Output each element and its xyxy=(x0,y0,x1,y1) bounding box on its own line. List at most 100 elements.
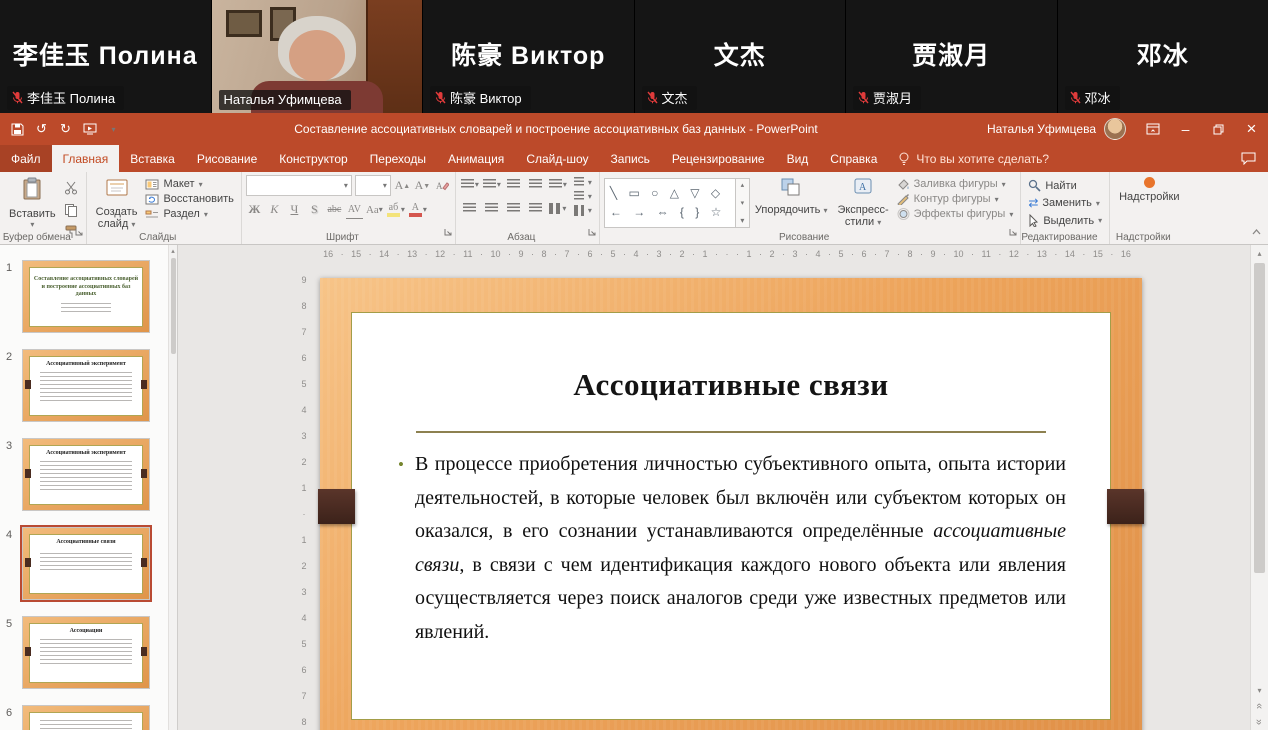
thumbnail-scrollbar[interactable]: ▴ xyxy=(168,245,177,730)
decrease-font-button[interactable]: А▼ xyxy=(414,176,431,195)
customize-qat-button[interactable]: ▾ xyxy=(102,117,125,141)
font-name-combobox[interactable]: ▾ xyxy=(246,175,352,196)
shape-effects-button[interactable]: Эффекты фигуры▾ xyxy=(894,208,1017,220)
convert-smartart-button[interactable]: ▾ xyxy=(571,205,595,216)
collapse-ribbon-button[interactable] xyxy=(1251,223,1262,241)
bold-button[interactable]: Ж xyxy=(246,200,263,219)
signed-in-user[interactable]: Наталья Уфимцева xyxy=(987,122,1096,136)
participant-tile-3[interactable]: 陈豪 Виктор 陈豪 Виктор xyxy=(423,0,635,113)
section-button[interactable]: Раздел▾ xyxy=(142,208,236,220)
text-shadow-button[interactable]: S xyxy=(306,200,323,219)
arrange-button[interactable]: Упорядочить ▾ xyxy=(750,175,833,218)
slide-title[interactable]: Ассоциативные связи xyxy=(352,367,1110,403)
tab-file[interactable]: Файл xyxy=(0,145,52,172)
align-center-button[interactable] xyxy=(482,199,502,218)
slide-thumbnail[interactable]: Ассоциативный эксперимент xyxy=(23,350,149,421)
cut-button[interactable] xyxy=(61,178,82,197)
tab-record[interactable]: Запись xyxy=(600,145,661,172)
main-vertical-scrollbar[interactable]: ▴ ▾ « « xyxy=(1250,245,1268,730)
tab-draw[interactable]: Рисование xyxy=(186,145,268,172)
align-right-button[interactable] xyxy=(504,199,524,218)
undo-button[interactable]: ↺ xyxy=(30,117,53,141)
new-slide-button[interactable]: Создать слайд ▾ xyxy=(91,175,143,233)
slide-thumbnail[interactable] xyxy=(23,706,149,730)
tab-animations[interactable]: Анимация xyxy=(437,145,515,172)
find-button[interactable]: Найти xyxy=(1025,179,1105,192)
underline-button[interactable]: Ч xyxy=(286,200,303,219)
paragraph-dialog-launcher[interactable] xyxy=(588,224,597,242)
slide-thumbnail[interactable]: Ассоциации xyxy=(23,617,149,688)
tab-help[interactable]: Справка xyxy=(819,145,888,172)
thumbnail-item-4-selected[interactable]: 4 Ассоциативные связи xyxy=(0,524,177,613)
thumbnail-scrollbar-thumb[interactable] xyxy=(171,258,176,354)
paste-button[interactable]: Вставить ▾ xyxy=(4,175,61,231)
tab-design[interactable]: Конструктор xyxy=(268,145,358,172)
user-avatar[interactable] xyxy=(1104,118,1126,140)
ribbon-display-options-button[interactable] xyxy=(1136,113,1169,145)
character-spacing-button[interactable]: AV xyxy=(346,200,363,219)
tab-slideshow[interactable]: Слайд-шоу xyxy=(515,145,599,172)
shapes-gallery-scroll[interactable]: ▴ ▾ ▾ xyxy=(736,178,750,228)
align-left-button[interactable] xyxy=(460,199,480,218)
replace-button[interactable]: ⇄ Заменить▾ xyxy=(1025,196,1105,210)
participant-tile-1[interactable]: 李佳玉 Полина 李佳玉 Полина xyxy=(0,0,212,113)
tab-home[interactable]: Главная xyxy=(52,145,120,172)
reset-button[interactable]: Восстановить xyxy=(142,193,236,205)
thumbnail-item-3[interactable]: 3 Ассоциативный эксперимент xyxy=(0,435,177,524)
redo-button[interactable]: ↻ xyxy=(54,117,77,141)
comments-button[interactable] xyxy=(1241,145,1268,172)
italic-button[interactable]: К xyxy=(266,200,283,219)
save-button[interactable] xyxy=(6,117,29,141)
shape-outline-button[interactable]: Контур фигуры▾ xyxy=(894,193,1017,205)
participant-tile-2-video[interactable]: Наталья Уфимцева xyxy=(212,0,424,113)
next-slide-button[interactable]: « xyxy=(1251,714,1268,730)
text-direction-button[interactable]: ▾ xyxy=(571,177,595,188)
thumbnail-item-2[interactable]: 2 Ассоциативный эксперимент xyxy=(0,346,177,435)
justify-button[interactable] xyxy=(526,199,546,218)
quick-styles-button[interactable]: А Экспресс- стили ▾ xyxy=(832,175,893,231)
shape-fill-button[interactable]: Заливка фигуры▾ xyxy=(894,178,1017,190)
layout-button[interactable]: Макет▾ xyxy=(142,178,236,190)
copy-button[interactable] xyxy=(61,200,82,219)
scroll-up-button[interactable]: ▴ xyxy=(1251,245,1268,261)
previous-slide-button[interactable]: « xyxy=(1251,698,1268,714)
close-button[interactable]: × xyxy=(1235,113,1268,145)
change-case-button[interactable]: Aa▾ xyxy=(366,200,383,219)
addins-button[interactable]: Надстройки xyxy=(1114,175,1184,206)
clipboard-dialog-launcher[interactable] xyxy=(75,224,84,242)
select-button[interactable]: Выделить▾ xyxy=(1025,214,1105,227)
numbering-button[interactable]: ▾ xyxy=(482,175,502,194)
tab-view[interactable]: Вид xyxy=(776,145,820,172)
slide-thumbnail-selected[interactable]: Ассоциативные связи xyxy=(23,528,149,599)
font-color-button[interactable]: А▾ xyxy=(408,200,427,219)
line-spacing-button[interactable]: ▾ xyxy=(548,175,568,194)
strikethrough-button[interactable]: abc xyxy=(326,200,343,219)
tell-me-box[interactable]: Что вы хотите сделать? xyxy=(888,145,1059,172)
highlight-color-button[interactable]: аб▾ xyxy=(386,200,405,219)
tab-review[interactable]: Рецензирование xyxy=(661,145,776,172)
scrollbar-track[interactable] xyxy=(1251,261,1268,682)
drawing-dialog-launcher[interactable] xyxy=(1009,224,1018,242)
restore-button[interactable] xyxy=(1202,113,1235,145)
start-slideshow-button[interactable] xyxy=(78,117,101,141)
tab-transitions[interactable]: Переходы xyxy=(359,145,437,172)
font-size-combobox[interactable]: ▾ xyxy=(355,175,391,196)
bullets-button[interactable]: ▾ xyxy=(460,175,480,194)
increase-indent-button[interactable] xyxy=(526,175,546,194)
tab-insert[interactable]: Вставка xyxy=(119,145,186,172)
participant-tile-4[interactable]: 文杰 文杰 xyxy=(635,0,847,113)
thumbnail-item-6[interactable]: 6 xyxy=(0,702,177,730)
increase-font-button[interactable]: А▲ xyxy=(394,176,411,195)
thumbnail-item-1[interactable]: 1 Составление ассоциативных словарей и п… xyxy=(0,257,177,346)
slide-thumbnail[interactable]: Составление ассоциативных словарей и пос… xyxy=(23,261,149,332)
decrease-indent-button[interactable] xyxy=(504,175,524,194)
minimize-button[interactable]: – xyxy=(1169,113,1202,145)
slide-editing-surface[interactable]: Ассоциативные связи • В процессе приобре… xyxy=(320,278,1142,730)
scrollbar-thumb[interactable] xyxy=(1254,263,1265,573)
align-text-button[interactable]: ▾ xyxy=(571,191,595,202)
slide-thumbnail[interactable]: Ассоциативный эксперимент xyxy=(23,439,149,510)
thumbnail-item-5[interactable]: 5 Ассоциации xyxy=(0,613,177,702)
scroll-down-button[interactable]: ▾ xyxy=(1251,682,1268,698)
clear-formatting-button[interactable]: А xyxy=(434,176,451,195)
shapes-gallery[interactable]: ╲ ▭ ○ △ ▽ ◇ ← → ⇔ { } ☆ ▴ ▾ ▾ xyxy=(604,175,750,228)
